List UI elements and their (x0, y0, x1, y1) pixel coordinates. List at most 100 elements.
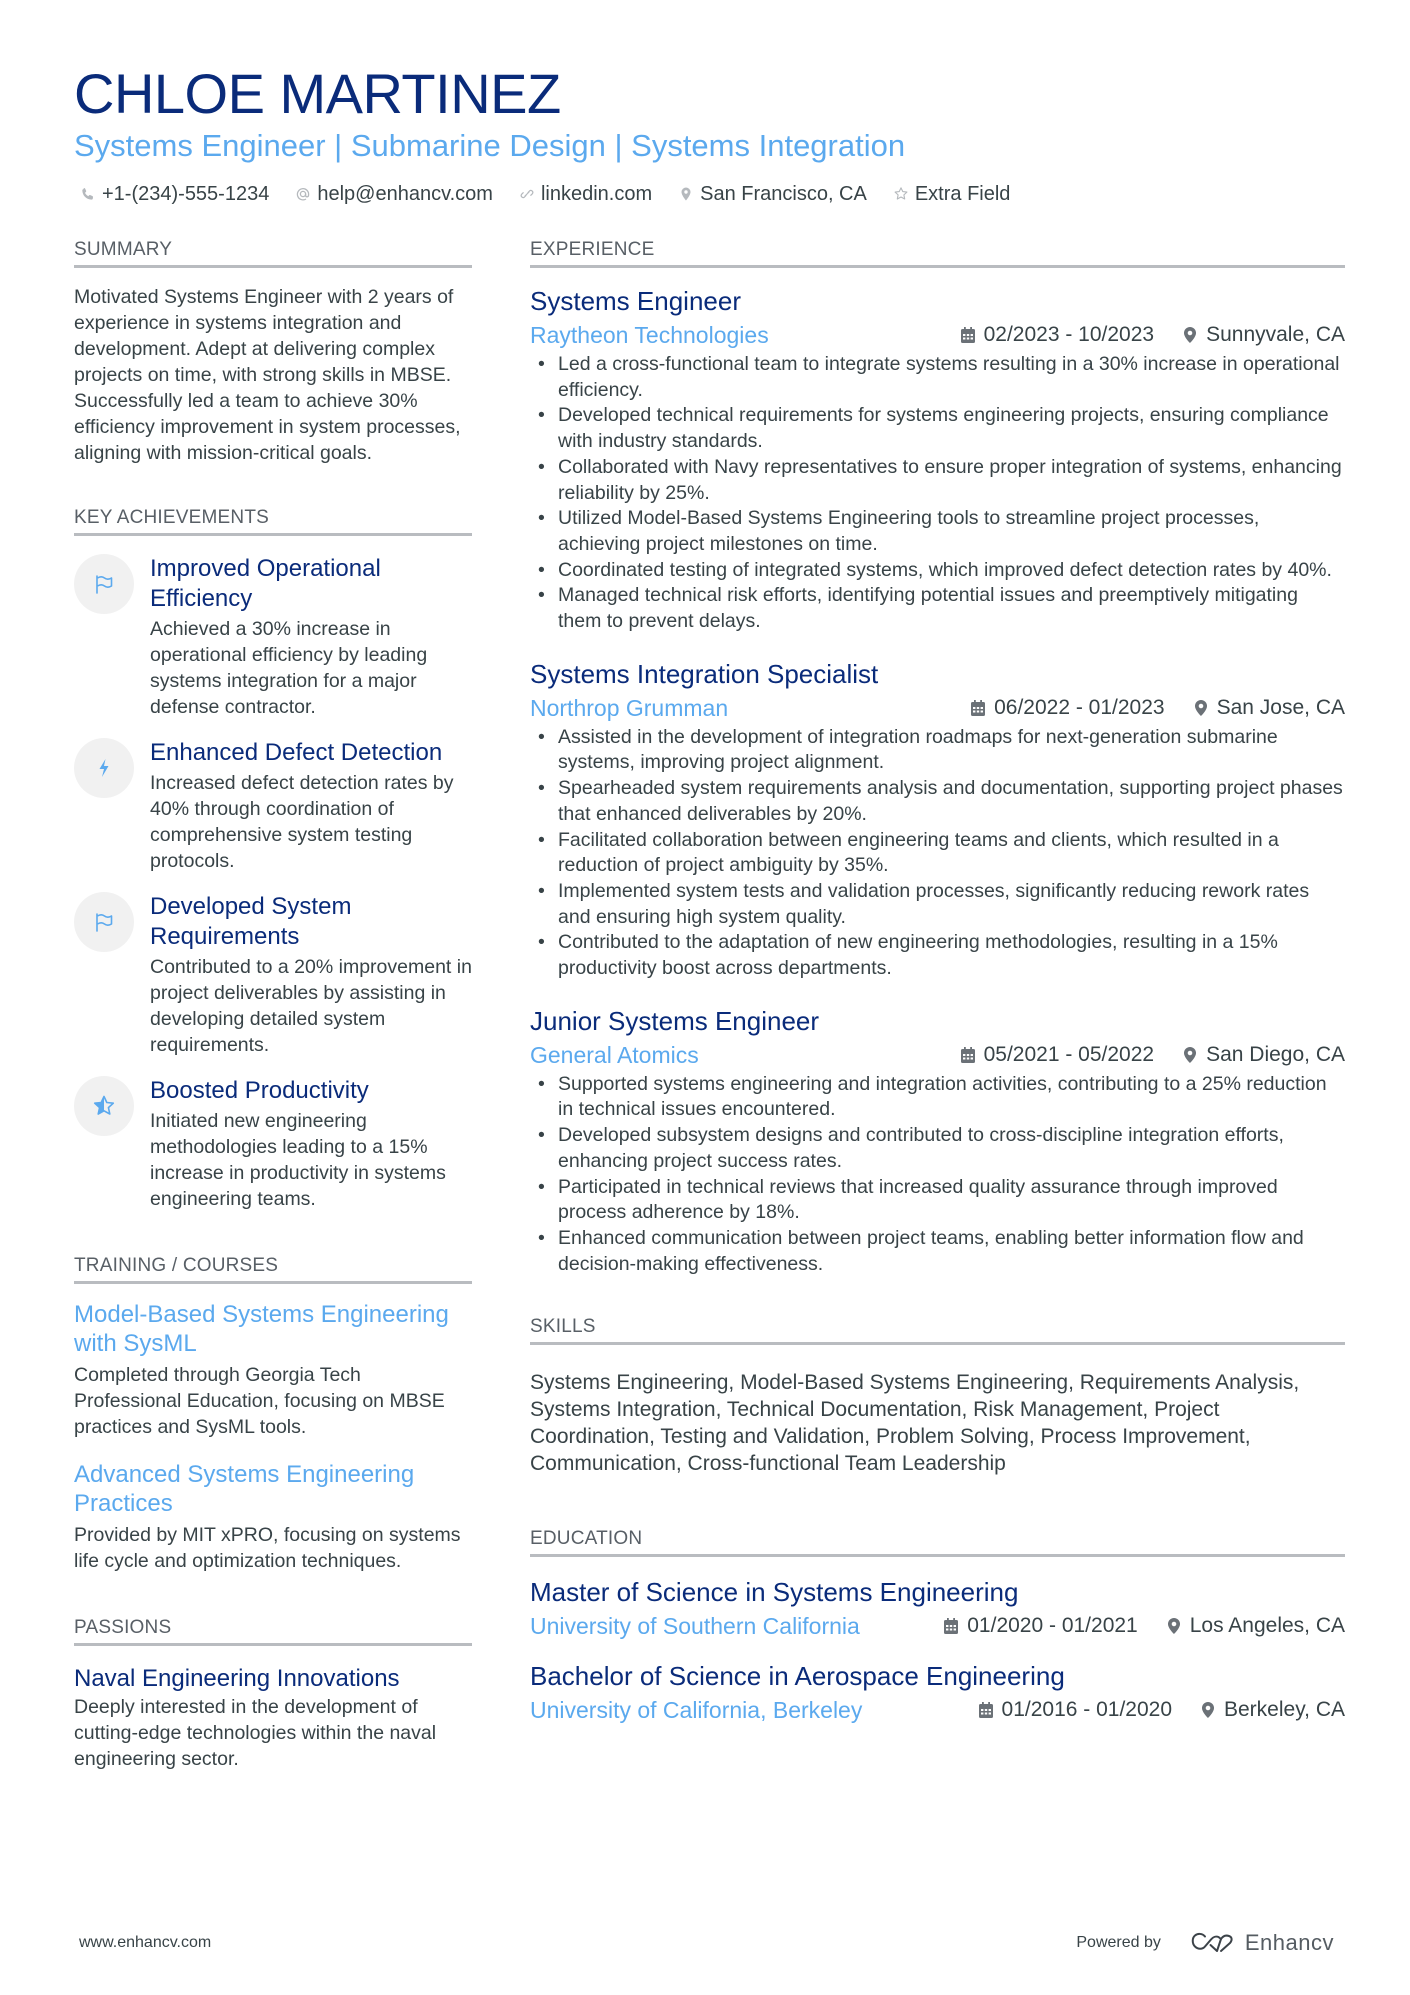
passion-title: Naval Engineering Innovations (74, 1665, 400, 1692)
achievement-desc: Increased defect detection rates by 40% … (150, 772, 454, 872)
section-title-achievements: KEY ACHIEVEMENTS (74, 506, 472, 536)
course-item: Advanced Systems Engineering Practices P… (74, 1460, 472, 1574)
summary-text: Motivated Systems Engineer with 2 years … (74, 286, 461, 464)
job-bullet: Enhanced communication between project t… (530, 1226, 1345, 1277)
job-entry: Systems Integration Specialist Northrop … (530, 657, 1345, 982)
job-bullet: Spearheaded system requirements analysis… (530, 776, 1345, 827)
summary-section: SUMMARY Motivated Systems Engineer with … (74, 238, 472, 466)
link-icon (519, 186, 535, 202)
course-title: Model-Based Systems Engineering with Sys… (74, 1301, 449, 1357)
location-icon (678, 186, 694, 202)
contact-extra-text: Extra Field (914, 183, 1011, 205)
section-title-passions: PASSIONS (74, 1616, 472, 1646)
achievement-item: Developed System Requirements Contribute… (74, 892, 472, 1058)
company-name: Raytheon Technologies (530, 322, 769, 348)
job-title: Junior Systems Engineer (530, 1005, 820, 1036)
section-title-summary: SUMMARY (74, 238, 472, 268)
resume-header: CHLOE MARTINEZ Systems Engineer | Submar… (74, 62, 1344, 208)
calendar-icon (978, 1702, 993, 1719)
job-dates: 02/2023 - 10/2023 (983, 323, 1155, 346)
achievement-desc: Initiated new engineering methodologies … (150, 1110, 446, 1210)
education-section: EDUCATION Master of Science in Systems E… (530, 1527, 1345, 1725)
job-bullet: Contributed to the adaptation of new eng… (530, 930, 1345, 981)
job-location: Sunnyvale, CA (1206, 323, 1345, 346)
bolt-icon (74, 738, 134, 798)
calendar-icon (960, 1046, 975, 1063)
contact-extra: Extra Field (893, 180, 1011, 208)
contact-linkedin-text: linkedin.com (540, 183, 653, 205)
achievement-title: Enhanced Defect Detection (150, 739, 443, 766)
footer-website-link[interactable]: www.enhancv.com (79, 1934, 211, 1952)
job-bullets: Assisted in the development of integrati… (530, 725, 1345, 982)
skills-text: Systems Engineering, Model-Based Systems… (530, 1371, 1300, 1476)
contact-bar: +1-(234)-555-1234 help@enhancv.com linke… (74, 180, 1344, 208)
education-entry: Bachelor of Science in Aerospace Enginee… (530, 1659, 1345, 1725)
degree-title: Bachelor of Science in Aerospace Enginee… (530, 1661, 1065, 1692)
degree-title: Master of Science in Systems Engineering (530, 1577, 1019, 1608)
job-bullet: Facilitated collaboration between engine… (530, 828, 1345, 879)
job-dates: 06/2022 - 01/2023 (994, 695, 1165, 719)
calendar-icon (944, 1618, 959, 1635)
achievement-title: Developed System Requirements (150, 893, 352, 950)
contact-phone-text: +1-(234)-555-1234 (102, 183, 270, 205)
job-bullet: Assisted in the development of integrati… (530, 725, 1345, 776)
achievement-item: Enhanced Defect Detection Increased defe… (74, 738, 472, 874)
education-location: Los Angeles, CA (1189, 1614, 1345, 1638)
course-title: Advanced Systems Engineering Practices (74, 1461, 415, 1517)
right-column: EXPERIENCE Systems Engineer Raytheon Tec… (530, 238, 1345, 1725)
achievement-desc: Contributed to a 20% improvement in proj… (150, 956, 472, 1056)
enhancv-logo-icon (1191, 1932, 1233, 1952)
job-bullet: Managed technical risk efforts, identify… (530, 583, 1345, 634)
school-name: University of California, Berkeley (530, 1697, 863, 1724)
at-icon (295, 186, 311, 202)
job-bullet: Supported systems engineering and integr… (530, 1072, 1345, 1123)
job-title: Systems Integration Specialist (530, 658, 879, 689)
education-dates: 01/2016 - 01/2020 (1001, 1698, 1172, 1722)
contact-phone[interactable]: +1-(234)-555-1234 (80, 180, 269, 208)
section-title-experience: EXPERIENCE (530, 238, 1345, 268)
training-section: TRAINING / COURSES Model-Based Systems E… (74, 1254, 472, 1574)
job-bullet: Utilized Model-Based Systems Engineering… (530, 506, 1345, 557)
footer-branding: Powered by Enhancv (1076, 1930, 1334, 1956)
location-icon (1202, 1702, 1214, 1719)
contact-email-text: help@enhancv.com (317, 183, 493, 205)
achievement-title: Improved Operational Efficiency (150, 555, 381, 612)
job-bullet: Coordinated testing of integrated system… (530, 558, 1345, 584)
job-bullet: Developed technical requirements for sys… (530, 403, 1345, 454)
company-name: General Atomics (530, 1041, 699, 1068)
job-bullet: Led a cross-functional team to integrate… (530, 352, 1345, 403)
location-icon (1184, 1046, 1197, 1063)
achievement-desc: Achieved a 30% increase in operational e… (150, 618, 428, 718)
candidate-headline: Systems Engineer | Submarine Design | Sy… (74, 128, 906, 163)
passion-desc: Deeply interested in the development of … (74, 1696, 437, 1770)
flag-icon (74, 892, 134, 952)
job-dates: 05/2021 - 05/2022 (983, 1042, 1155, 1066)
education-dates: 01/2020 - 01/2021 (967, 1614, 1138, 1638)
powered-by-label: Powered by (1076, 1934, 1161, 1951)
contact-email[interactable]: help@enhancv.com (295, 180, 493, 208)
achievement-item: Boosted Productivity Initiated new engin… (74, 1076, 472, 1212)
candidate-name: CHLOE MARTINEZ (74, 62, 561, 125)
job-entry: Systems Engineer Raytheon Technologies 0… (530, 284, 1345, 635)
education-location: Berkeley, CA (1224, 1698, 1345, 1722)
location-icon (1194, 699, 1207, 716)
location-icon (1167, 1618, 1180, 1635)
company-name: Northrop Grumman (530, 694, 729, 721)
job-bullets: Led a cross-functional team to integrate… (530, 352, 1345, 635)
section-title-skills: SKILLS (530, 1315, 1345, 1346)
job-bullet: Participated in technical reviews that i… (530, 1175, 1345, 1226)
job-title: Systems Engineer (530, 286, 741, 316)
school-name: University of Southern California (530, 1613, 860, 1640)
course-desc: Completed through Georgia Tech Professio… (74, 1364, 445, 1438)
contact-linkedin[interactable]: linkedin.com (519, 180, 652, 208)
star-half-icon (74, 1076, 134, 1136)
course-desc: Provided by MIT xPRO, focusing on system… (74, 1524, 461, 1572)
job-entry: Junior Systems Engineer General Atomics … (530, 1004, 1345, 1278)
calendar-icon (960, 327, 975, 343)
section-title-education: EDUCATION (530, 1527, 1345, 1558)
star-icon (893, 186, 909, 202)
education-entry: Master of Science in Systems Engineering… (530, 1575, 1345, 1641)
left-column: SUMMARY Motivated Systems Engineer with … (74, 238, 472, 1772)
section-title-training: TRAINING / COURSES (74, 1254, 472, 1284)
job-location: San Diego, CA (1206, 1042, 1345, 1066)
